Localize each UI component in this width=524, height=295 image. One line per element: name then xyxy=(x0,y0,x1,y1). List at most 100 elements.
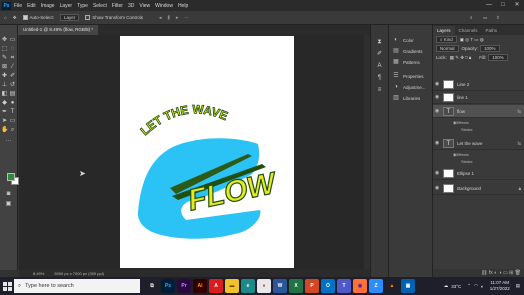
auto-select-checkbox[interactable]: Auto-Select: xyxy=(22,15,54,20)
artboard-tool-icon[interactable]: ▭ xyxy=(9,37,16,44)
frame-tool-icon[interactable]: ⊠ xyxy=(1,64,8,71)
adjustments-panel-tab[interactable]: ◑ Adjustme... xyxy=(389,82,433,92)
zoom-level[interactable]: 8.49% xyxy=(33,271,44,276)
photos-icon[interactable]: ▣ xyxy=(401,279,415,293)
search-icon[interactable]: ⌕ xyxy=(470,15,473,20)
stroke-effect-row[interactable]: Stroke xyxy=(433,126,524,133)
move-tool-icon[interactable]: ✥ xyxy=(1,37,8,44)
illustrator-icon[interactable]: Ai xyxy=(193,279,207,293)
menu-select[interactable]: Select xyxy=(93,3,107,9)
canvas-area[interactable]: LET THE WAVE FLOW ➤ xyxy=(19,35,370,270)
chrome-icon[interactable]: ● xyxy=(257,279,271,293)
hand-tool-icon[interactable]: ✋ xyxy=(1,127,8,134)
clock[interactable]: 11:07 AM 1/27/2022 xyxy=(490,280,510,292)
layers-footer-icons[interactable]: ⛓ fx ◐ ◑ ▭ ⊞ 🗑︎ xyxy=(433,269,524,277)
effects-row[interactable]: ◉ Effects xyxy=(433,151,524,158)
clone-stamp-icon[interactable]: ⊥ xyxy=(1,82,8,89)
menu-layer[interactable]: Layer xyxy=(60,3,73,9)
menu-file[interactable]: File xyxy=(14,3,22,9)
firefox-icon[interactable]: ◉ xyxy=(353,279,367,293)
vlc-icon[interactable]: ▲ xyxy=(385,279,399,293)
tab-paths[interactable]: Paths xyxy=(482,26,502,35)
character-panel-icon[interactable]: A xyxy=(376,63,383,70)
glyphs-panel-icon[interactable]: ≡ xyxy=(376,87,383,94)
close-button[interactable]: ✕ xyxy=(510,0,524,11)
fx-icon[interactable]: fx xyxy=(517,141,521,146)
photoshop-taskbar-icon[interactable]: Ps xyxy=(161,279,175,293)
wifi-icon[interactable]: ◠ xyxy=(474,283,478,289)
align-left-icon[interactable]: ⫷ xyxy=(159,15,162,20)
layer-row[interactable]: ◉ Ellipse 1 xyxy=(433,167,524,180)
blur-tool-icon[interactable]: ◆ xyxy=(1,100,8,107)
foreground-color-swatch[interactable] xyxy=(7,173,15,181)
powerpoint-icon[interactable]: P xyxy=(305,279,319,293)
menu-filter[interactable]: Filter xyxy=(112,3,123,9)
layer-name[interactable]: Let the wave xyxy=(457,141,483,146)
path-select-icon[interactable]: ➤ xyxy=(1,118,8,125)
lock-icons[interactable]: ▦ ✎ ✥ ⌑ 🔒︎ xyxy=(450,55,472,61)
layer-row[interactable]: ◉ line 1 xyxy=(433,91,524,104)
start-button[interactable] xyxy=(0,277,14,295)
blend-mode-dropdown[interactable]: Normal xyxy=(436,45,459,52)
volume-icon[interactable]: 🔈︎ xyxy=(481,284,484,289)
layer-row[interactable]: ◉ T Let the wave fx xyxy=(433,137,524,150)
layer-name[interactable]: line 1 xyxy=(457,95,468,100)
gradient-tool-icon[interactable]: ▤ xyxy=(9,91,16,98)
edge-icon[interactable]: e xyxy=(241,279,255,293)
tray-chevron-icon[interactable]: ⌃ xyxy=(467,283,471,289)
visibility-eye-icon[interactable]: ◉ xyxy=(433,81,441,87)
paragraph-panel-icon[interactable]: ¶ xyxy=(376,75,383,82)
teams-icon[interactable]: T xyxy=(337,279,351,293)
premiere-icon[interactable]: Pr xyxy=(177,279,191,293)
marquee-tool-icon[interactable]: ⬚ xyxy=(1,46,8,53)
show-transform-checkbox[interactable]: Show Transform Controls xyxy=(85,15,143,20)
menu-3d[interactable]: 3D xyxy=(128,3,134,9)
history-panel-icon[interactable]: ⧗ xyxy=(376,39,383,46)
menu-help[interactable]: Help xyxy=(178,3,188,9)
lasso-tool-icon[interactable]: ◌ xyxy=(9,46,16,53)
stroke-effect-row[interactable]: Stroke xyxy=(433,158,524,165)
opacity-field[interactable]: 100% xyxy=(480,45,500,52)
brush-panel-icon[interactable]: ✐ xyxy=(376,51,383,58)
menu-type[interactable]: Type xyxy=(77,3,88,9)
brush-tool-icon[interactable]: ✐ xyxy=(9,73,16,80)
layer-name[interactable]: Line 2 xyxy=(457,82,469,87)
menu-image[interactable]: Image xyxy=(41,3,55,9)
align-center-icon[interactable]: ⫼ xyxy=(168,15,170,20)
fill-field[interactable]: 100% xyxy=(488,54,508,61)
libraries-panel-tab[interactable]: ▥ Libraries xyxy=(389,93,433,103)
temperature[interactable]: 33°C xyxy=(451,284,461,289)
more-tools-icon[interactable]: ··· xyxy=(5,138,12,145)
visibility-eye-icon[interactable]: ◉ xyxy=(433,108,441,114)
visibility-eye-icon[interactable]: ◉ xyxy=(433,94,441,100)
menu-window[interactable]: Window xyxy=(155,3,173,9)
move-tool-icon[interactable]: ✥ xyxy=(13,15,17,21)
dodge-tool-icon[interactable]: ● xyxy=(9,100,16,107)
auto-select-dropdown[interactable]: Layer xyxy=(60,14,80,21)
history-brush-icon[interactable]: ↺ xyxy=(9,82,16,89)
document-canvas[interactable]: LET THE WAVE FLOW xyxy=(120,36,294,268)
align-right-icon[interactable]: ⫸ xyxy=(176,15,179,20)
gradients-panel-tab[interactable]: ▤ Gradients xyxy=(389,46,433,56)
menu-view[interactable]: View xyxy=(139,3,150,9)
more-options-icon[interactable]: ··· xyxy=(184,15,189,20)
color-panel-tab[interactable]: ◐ Color xyxy=(389,35,433,45)
acrobat-icon[interactable]: A xyxy=(209,279,223,293)
maximize-button[interactable]: □ xyxy=(496,0,510,11)
type-tool-icon[interactable]: T xyxy=(9,109,16,116)
quick-select-icon[interactable]: ✎ xyxy=(1,55,8,62)
outlook-icon[interactable]: O xyxy=(321,279,335,293)
healing-brush-icon[interactable]: ✚ xyxy=(1,73,8,80)
quick-mask-icon[interactable]: ◙ xyxy=(5,191,12,198)
crop-tool-icon[interactable]: ⌗ xyxy=(9,55,16,62)
word-icon[interactable]: W xyxy=(273,279,287,293)
menu-edit[interactable]: Edit xyxy=(27,3,36,9)
effects-row[interactable]: ◉ Effects xyxy=(433,119,524,126)
pen-tool-icon[interactable]: ✒ xyxy=(1,109,8,116)
workspace-icon[interactable]: ▭ xyxy=(483,15,487,21)
file-explorer-icon[interactable]: ▬ xyxy=(225,279,239,293)
screen-mode-icon[interactable]: ▣ xyxy=(5,201,12,208)
notifications-icon[interactable]: ▤ xyxy=(516,283,520,289)
visibility-eye-icon[interactable]: ◉ xyxy=(433,140,441,146)
layer-row[interactable]: ◉ Background 🔒︎ xyxy=(433,182,524,195)
